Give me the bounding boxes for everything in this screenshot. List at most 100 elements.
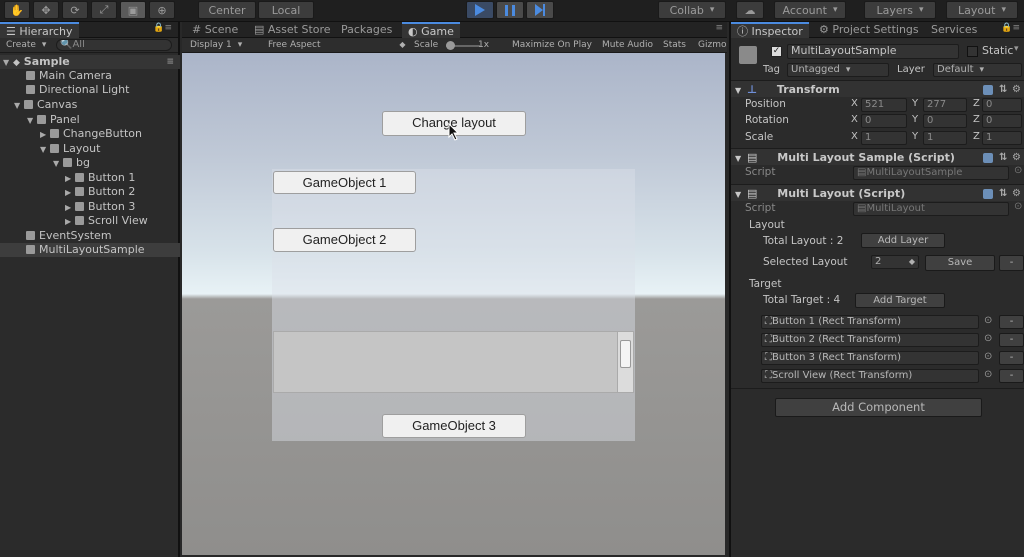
object-name-field[interactable]: MultiLayoutSample xyxy=(787,44,959,59)
remove-target-button[interactable]: - xyxy=(999,369,1024,383)
expand-arrow-icon[interactable]: ▼ xyxy=(14,99,24,113)
hierarchy-item[interactable]: ▶ Button 3 xyxy=(0,200,180,214)
static-dropdown-icon[interactable]: ▾ xyxy=(1014,44,1019,54)
display-dropdown[interactable]: Display 1 xyxy=(190,38,242,53)
gear-icon[interactable]: ⚙ xyxy=(1012,81,1021,98)
static-checkbox[interactable] xyxy=(967,46,978,57)
scene-menu-icon[interactable]: ≡ xyxy=(166,55,174,69)
help-icon[interactable] xyxy=(983,189,993,199)
hierarchy-item[interactable]: ▼ Layout xyxy=(0,142,180,156)
add-component-button[interactable]: Add Component xyxy=(775,398,982,417)
collapse-arrow-icon[interactable]: ▶ xyxy=(65,201,75,215)
maximize-on-play-toggle[interactable]: Maximize On Play xyxy=(512,38,592,53)
collab-dropdown[interactable]: Collab xyxy=(658,1,726,19)
expand-arrow-icon[interactable]: ▼ xyxy=(3,56,13,70)
tab-asset-store[interactable]: ▤ Asset Store xyxy=(248,22,337,38)
scene-row[interactable]: ▼ ◆ Sample ≡ xyxy=(0,55,180,69)
lock-icon[interactable]: 🔒≡ xyxy=(1001,23,1020,33)
position-z-field[interactable]: 0 xyxy=(982,98,1022,112)
rotation-y-field[interactable]: 0 xyxy=(923,114,967,128)
layout-dropdown[interactable]: Layout xyxy=(946,1,1018,19)
tab-game[interactable]: ◐ Game xyxy=(402,22,460,38)
hierarchy-item[interactable]: ▶ Button 1 xyxy=(0,171,180,185)
collapse-arrow-icon[interactable]: ▶ xyxy=(40,128,50,142)
rotate-tool-icon[interactable]: ⟳ xyxy=(62,1,88,19)
pivot-local-toggle[interactable]: Local xyxy=(258,1,314,19)
scrollbar-handle[interactable] xyxy=(620,340,631,368)
hierarchy-item[interactable]: ▶ Button 2 xyxy=(0,185,180,199)
gear-icon[interactable]: ⚙ xyxy=(1012,185,1021,202)
collapse-arrow-icon[interactable]: ▶ xyxy=(65,215,75,229)
expand-arrow-icon[interactable]: ▼ xyxy=(735,86,741,95)
transform-tool-icon[interactable]: ⊕ xyxy=(149,1,175,19)
remove-layer-button[interactable]: - xyxy=(999,255,1024,271)
help-icon[interactable] xyxy=(983,85,993,95)
target-field[interactable]: ⛶Scroll View (Rect Transform) xyxy=(761,369,979,383)
multi-layout-header[interactable]: ▼ ▤ Multi Layout (Script) ⇅ ⚙ xyxy=(731,184,1024,201)
play-button[interactable] xyxy=(466,1,494,19)
add-target-button[interactable]: Add Target xyxy=(855,293,945,308)
pivot-center-toggle[interactable]: Center xyxy=(198,1,256,19)
hierarchy-item-selected[interactable]: MultiLayoutSample xyxy=(0,243,180,257)
gameobject-3-button[interactable]: GameObject 3 xyxy=(382,414,526,438)
multi-layout-sample-header[interactable]: ▼ ▤ Multi Layout Sample (Script) ⇅ ⚙ xyxy=(731,148,1024,165)
lock-icon[interactable]: 🔒≡ xyxy=(153,23,172,33)
rotation-z-field[interactable]: 0 xyxy=(982,114,1022,128)
collapse-arrow-icon[interactable]: ▶ xyxy=(65,172,75,186)
gizmos-dropdown[interactable]: Gizmo xyxy=(698,38,726,53)
step-button[interactable] xyxy=(526,1,554,19)
hierarchy-item[interactable]: ▼ Panel xyxy=(0,113,180,127)
slider-thumb[interactable] xyxy=(446,41,455,50)
object-picker-icon[interactable]: ⊙ xyxy=(984,351,992,362)
tab-packages[interactable]: Packages xyxy=(335,22,398,38)
scroll-view[interactable] xyxy=(273,331,634,393)
stats-toggle[interactable]: Stats xyxy=(663,38,686,53)
preset-icon[interactable]: ⇅ xyxy=(999,185,1007,202)
hierarchy-item[interactable]: EventSystem xyxy=(0,229,180,243)
save-button[interactable]: Save xyxy=(925,255,995,271)
preset-icon[interactable]: ⇅ xyxy=(999,81,1007,98)
tag-dropdown[interactable]: Untagged xyxy=(787,63,889,77)
hierarchy-item[interactable]: ▶ Scroll View xyxy=(0,214,180,228)
layers-dropdown[interactable]: Layers xyxy=(864,1,936,19)
object-picker-icon[interactable]: ⊙ xyxy=(984,369,992,380)
rect-tool-icon[interactable]: ▣ xyxy=(120,1,146,19)
rotation-x-field[interactable]: 0 xyxy=(861,114,907,128)
hierarchy-search-input[interactable]: 🔍All xyxy=(56,39,172,51)
active-checkbox[interactable]: ✓ xyxy=(771,46,782,57)
aspect-dropdown[interactable]: Free Aspect ◆ xyxy=(268,38,406,53)
position-x-field[interactable]: 521 xyxy=(861,98,907,112)
object-picker-icon[interactable]: ⊙ xyxy=(984,333,992,344)
create-dropdown[interactable]: Create xyxy=(6,38,46,53)
hierarchy-item[interactable]: ▼ Canvas xyxy=(0,98,180,112)
selected-layout-dropdown[interactable]: 2 ◆ xyxy=(871,255,919,269)
target-field[interactable]: ⛶Button 2 (Rect Transform) xyxy=(761,333,979,347)
help-icon[interactable] xyxy=(983,153,993,163)
panel-menu-icon[interactable]: ≡ xyxy=(715,23,723,33)
scrollbar[interactable] xyxy=(617,332,633,392)
object-picker-icon[interactable]: ⊙ xyxy=(984,315,992,326)
scale-z-field[interactable]: 1 xyxy=(982,131,1022,145)
tab-project-settings[interactable]: ⚙ Project Settings xyxy=(813,22,925,38)
gameobject-1-button[interactable]: GameObject 1 xyxy=(273,171,416,194)
object-picker-icon[interactable]: ⊙ xyxy=(1014,201,1022,212)
account-dropdown[interactable]: Account xyxy=(774,1,846,19)
scale-slider[interactable] xyxy=(446,41,480,50)
remove-target-button[interactable]: - xyxy=(999,333,1024,347)
scale-tool-icon[interactable]: ⤢ xyxy=(91,1,117,19)
expand-arrow-icon[interactable]: ▼ xyxy=(40,143,50,157)
target-field[interactable]: ⛶Button 3 (Rect Transform) xyxy=(761,351,979,365)
tab-inspector[interactable]: ⓘ Inspector xyxy=(731,22,809,38)
expand-arrow-icon[interactable]: ▼ xyxy=(27,114,37,128)
cloud-icon[interactable]: ☁ xyxy=(736,1,764,19)
hand-tool-icon[interactable]: ✋ xyxy=(4,1,30,19)
gear-icon[interactable]: ⚙ xyxy=(1012,149,1021,166)
expand-arrow-icon[interactable]: ▼ xyxy=(735,190,741,199)
pause-button[interactable] xyxy=(496,1,524,19)
preset-icon[interactable]: ⇅ xyxy=(999,149,1007,166)
position-y-field[interactable]: 277 xyxy=(923,98,967,112)
add-layer-button[interactable]: Add Layer xyxy=(861,233,945,248)
hierarchy-item[interactable]: ▼ bg xyxy=(0,156,180,170)
hierarchy-item[interactable]: Directional Light xyxy=(0,83,180,97)
object-picker-icon[interactable]: ⊙ xyxy=(1014,165,1022,176)
